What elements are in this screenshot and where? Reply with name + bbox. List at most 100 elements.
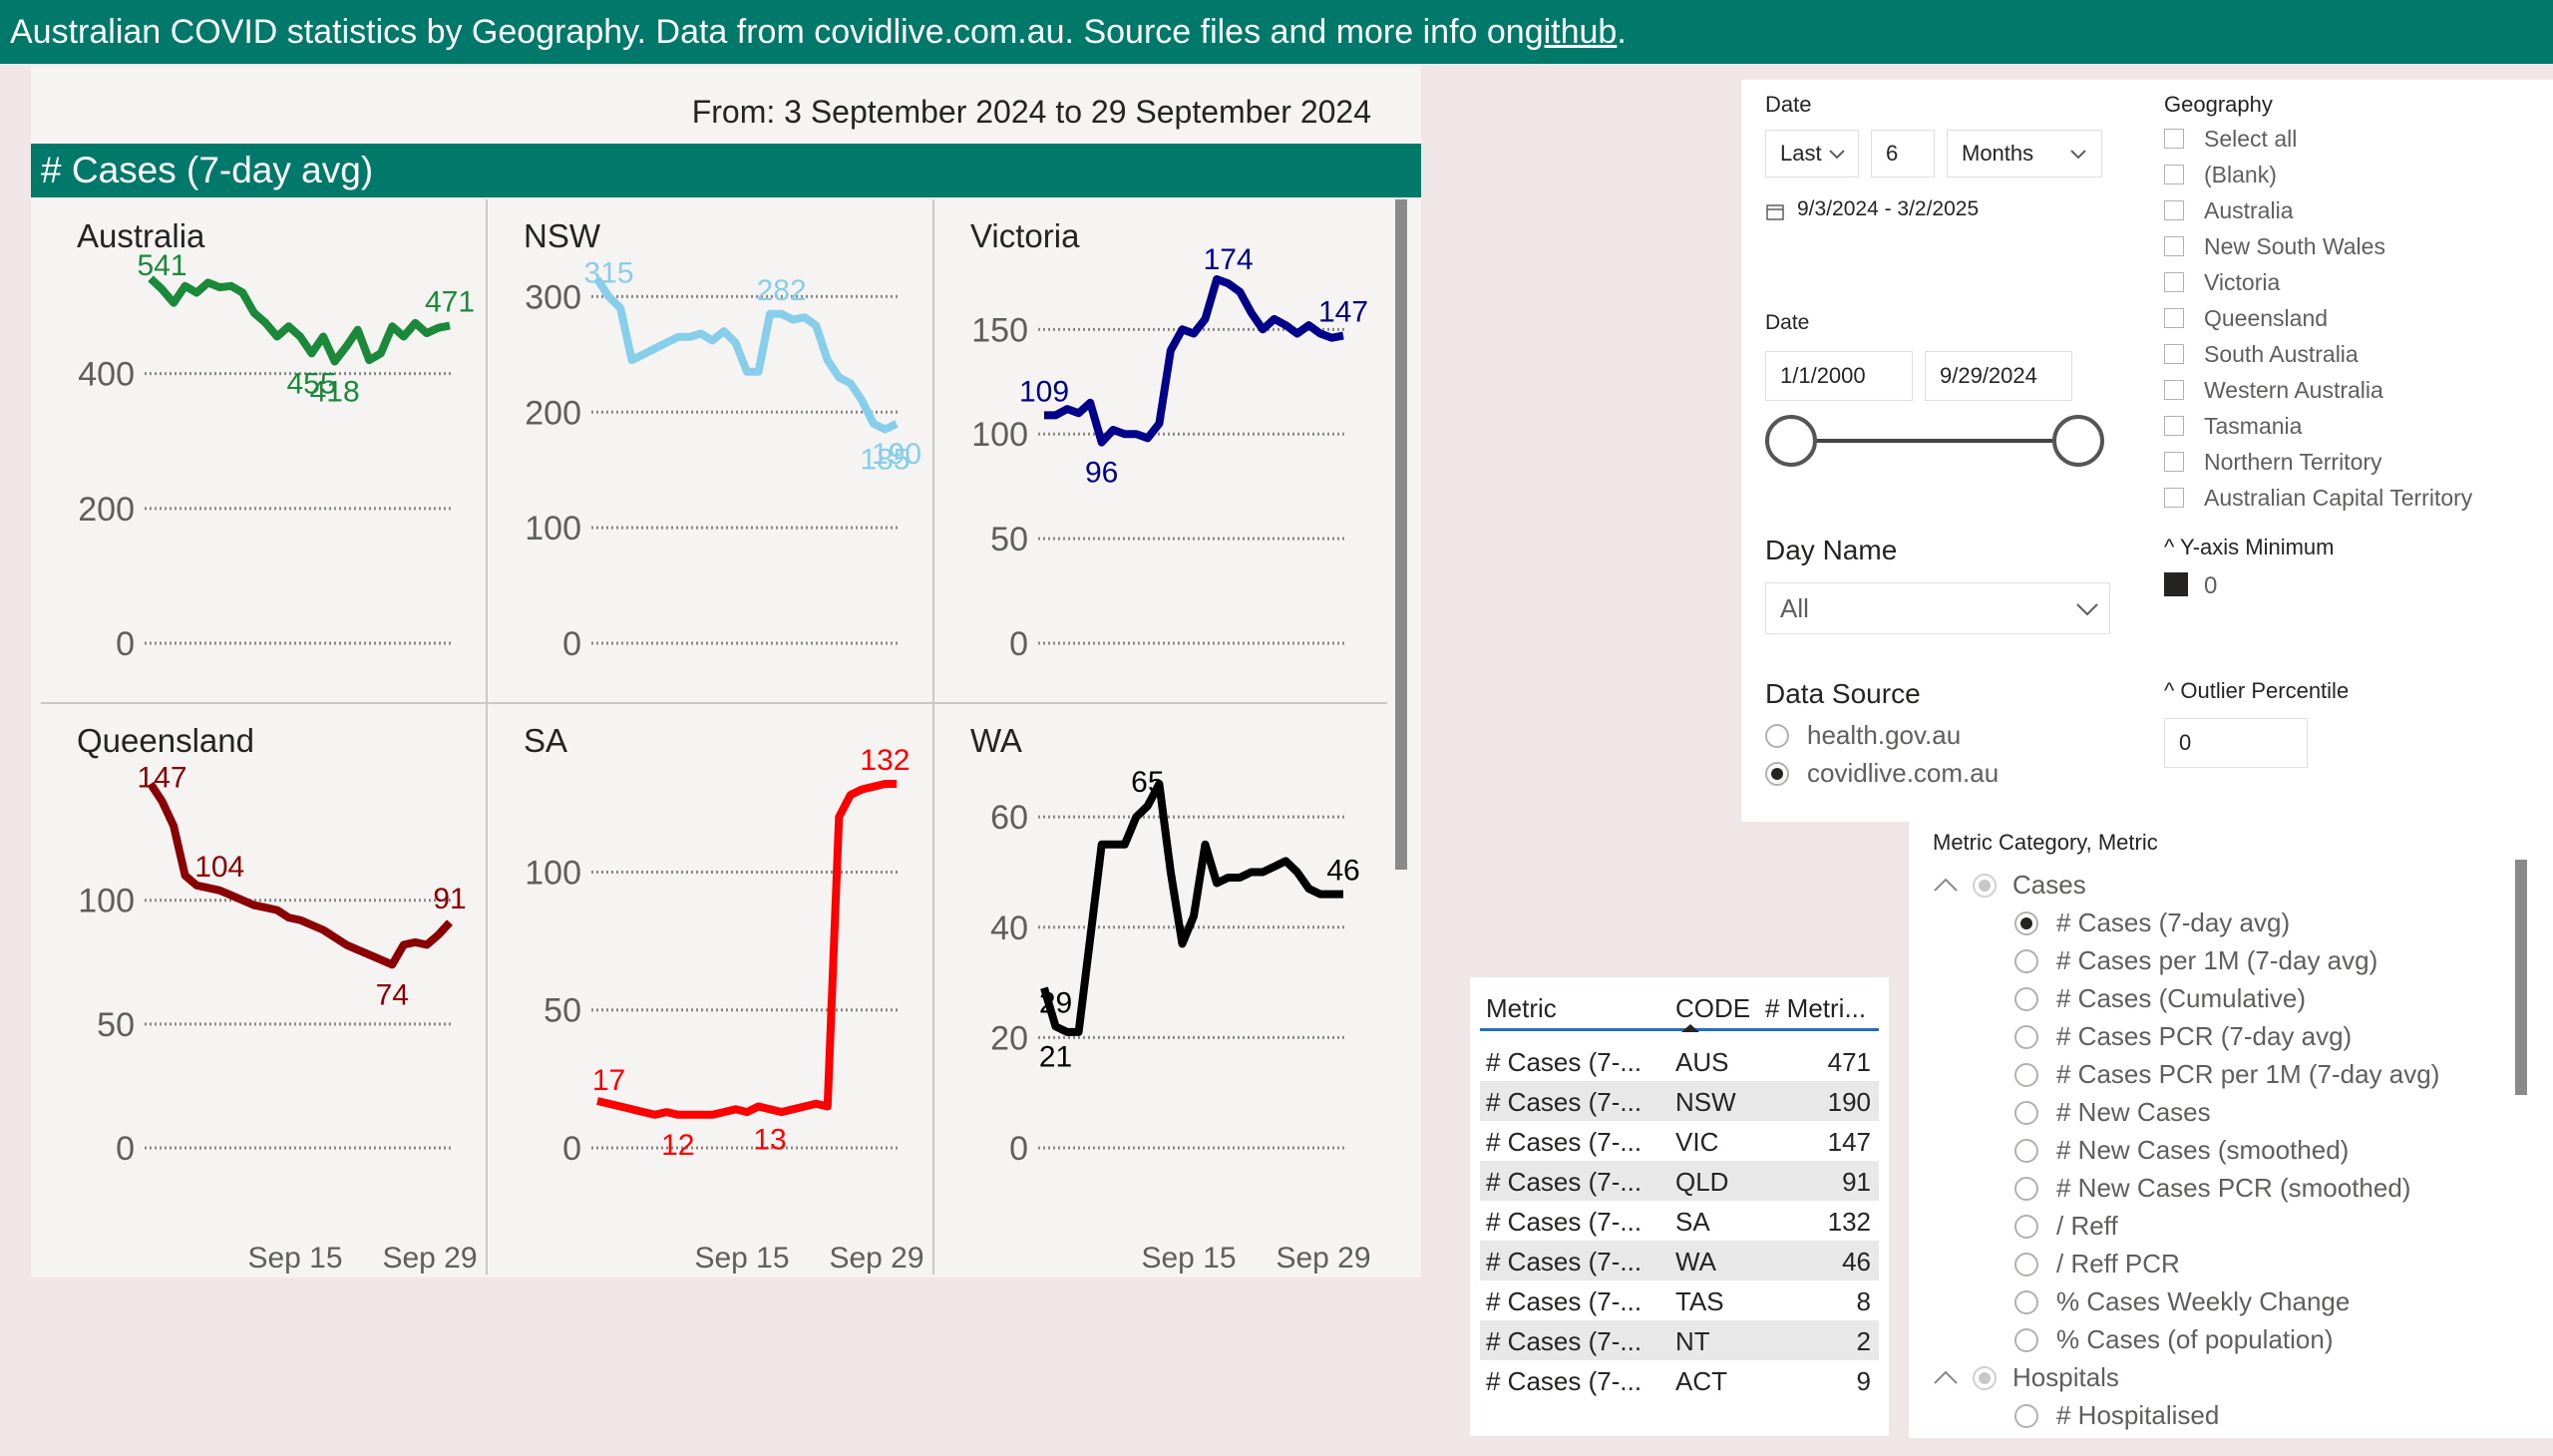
geography-option[interactable]: New South Wales [2164,231,2385,261]
cell-metric: # Cases (7-... [1486,1167,1642,1197]
slicer-scrollbar[interactable] [2515,860,2527,1095]
y-tick-label: 20 [990,1019,1028,1057]
table-row[interactable]: # Cases (7-... TAS 8 [1480,1280,1879,1320]
chart-scrollbar[interactable] [1395,199,1407,870]
date-from-input[interactable]: 1/1/2000 [1765,351,1913,401]
geography-option[interactable]: Victoria [2164,267,2280,297]
metric-option[interactable]: # Cases PCR per 1M (7-day avg) [2014,1059,2439,1090]
geography-option-label: Select all [2204,125,2298,152]
table-row[interactable]: # Cases (7-... WA 46 [1480,1241,1879,1280]
relative-unit-value: Months [1962,141,2034,166]
checkbox-icon [2164,416,2184,436]
metric-option[interactable]: # New Cases [2014,1097,2211,1128]
metric-option[interactable]: # Hospitalised [2014,1400,2219,1431]
geography-option[interactable]: Select all [2164,124,2297,154]
table-row[interactable]: # Cases (7-... ACT 9 [1480,1360,1879,1400]
geography-option[interactable]: Australia [2164,195,2293,225]
table-row[interactable]: # Cases (7-... NT 2 [1480,1320,1879,1360]
checkbox-icon [2164,308,2184,328]
radio-icon [2014,1100,2038,1125]
geography-option[interactable]: Tasmania [2164,411,2302,441]
small-multiples-chart: From: 3 September 2024 to 29 September 2… [31,66,1421,1277]
data-label: 104 [194,851,244,884]
day-name-dropdown[interactable]: All [1765,582,2110,634]
data-label: 174 [1204,243,1254,276]
geography-option-label: Victoria [2204,268,2281,295]
date2-label: Date [1765,311,1810,334]
metric-option[interactable]: # Cases (7-day avg) [2014,908,2290,938]
cell-metric: # Cases (7-... [1486,1047,1642,1077]
x-tick-label: Sep 15 [694,1242,789,1274]
relative-count-input[interactable]: 6 [1871,130,1935,178]
y-tick-label: 50 [990,521,1028,558]
table-row[interactable]: # Cases (7-... NSW 190 [1480,1081,1879,1121]
top-banner: Australian COVID statistics by Geography… [0,0,2553,64]
geography-option[interactable]: Australian Capital Territory [2164,483,2472,513]
column-header[interactable]: # Metri... [1765,993,1866,1024]
metric-option[interactable]: # Cases per 1M (7-day avg) [2014,945,2377,976]
metric-option[interactable]: # Cases (Cumulative) [2014,983,2306,1014]
y-tick-label: 400 [78,356,135,394]
cell-metric: # Cases (7-... [1486,1127,1642,1157]
metric-option[interactable]: / Reff [2014,1211,2118,1242]
cell-metric: # Cases (7-... [1486,1247,1642,1276]
table-row[interactable]: # Cases (7-... VIC 147 [1480,1121,1879,1161]
color-swatch[interactable] [2164,572,2188,596]
metric-option[interactable]: % Cases Weekly Change [2014,1286,2350,1317]
table-row[interactable]: # Cases (7-... SA 132 [1480,1201,1879,1241]
cell-code: AUS [1675,1047,1729,1077]
y-tick-label: 150 [971,311,1028,349]
geography-option[interactable]: South Australia [2164,339,2359,369]
geography-option-label: Tasmania [2204,412,2303,439]
data-source-option[interactable]: health.gov.au [1765,720,2044,751]
line-chart: 0 50 100 150 109 96 174 147 [971,243,1368,663]
column-header[interactable]: Metric [1486,993,1557,1024]
metric-option[interactable]: # New Cases PCR (smoothed) [2014,1173,2410,1204]
geography-option-label: South Australia [2204,340,2359,367]
x-tick-label: Sep 29 [1276,1242,1370,1274]
metric-option[interactable]: / Reff PCR [2014,1249,2180,1279]
metric-category[interactable]: Hospitals [1933,1362,2119,1393]
date-to-input[interactable]: 9/29/2024 [1925,351,2072,401]
radio-icon [1765,723,1789,748]
metric-category[interactable]: Cases [1933,870,2086,901]
x-tick-label: Sep 15 [1141,1242,1236,1274]
geography-option[interactable]: Northern Territory [2164,447,2382,477]
geography-option[interactable]: Queensland [2164,303,2328,333]
relative-unit-dropdown[interactable]: Months [1947,130,2102,178]
outlier-input[interactable]: 0 [2164,718,2308,768]
metric-option-label: % Cases (of population) [2056,1324,2334,1354]
series-line [148,275,451,366]
geography-label: Geography [2164,92,2273,117]
data-source-option[interactable]: covidlive.com.au [1765,758,2044,789]
metric-option-label: # Cases per 1M (7-day avg) [2056,945,2378,975]
data-label: 91 [433,883,466,915]
radio-icon [2014,1252,2038,1276]
radio-icon [1973,873,1997,898]
chart-cell: WA 0 20 40 60 29 21 65 46 Sep 15 Sep 29 [934,704,1381,1274]
metric-option[interactable]: % Cases (of population) [2014,1324,2333,1355]
relative-mode-dropdown[interactable]: Last [1765,130,1859,178]
github-link[interactable]: github [1525,13,1618,52]
table-row[interactable]: # Cases (7-... AUS 471 [1480,1041,1879,1081]
chevron-down-icon [2076,603,2098,616]
sort-ascending-icon [1681,1024,1699,1032]
cell-value: 190 [1827,1087,1871,1117]
geography-option[interactable]: Western Australia [2164,375,2383,405]
y-tick-label: 0 [562,625,581,663]
metric-option-label: # Hospitalised [2056,1400,2220,1430]
metric-option[interactable]: # New Cases (smoothed) [2014,1135,2349,1166]
column-header[interactable]: CODE [1675,993,1750,1024]
geography-option-label: Queensland [2204,304,2329,331]
metric-option[interactable]: # Cases PCR (7-day avg) [2014,1021,2352,1052]
checkbox-icon [2164,488,2184,508]
date-range-slider[interactable] [1765,411,2104,477]
table-row[interactable]: # Cases (7-... QLD 91 [1480,1161,1879,1201]
chevron-up-icon [1934,1370,1958,1384]
chart-cell: SA 0 50 100 17 12 13 132 Sep 15 Sep 29 [488,704,934,1274]
metric-table: Metric CODE # Metri... # Cases (7-... AUS… [1470,977,1889,1436]
checkbox-icon [2164,272,2184,292]
geography-option[interactable]: (Blank) [2164,160,2277,189]
y-tick-label: 100 [78,883,135,920]
data-label: 17 [592,1064,625,1097]
